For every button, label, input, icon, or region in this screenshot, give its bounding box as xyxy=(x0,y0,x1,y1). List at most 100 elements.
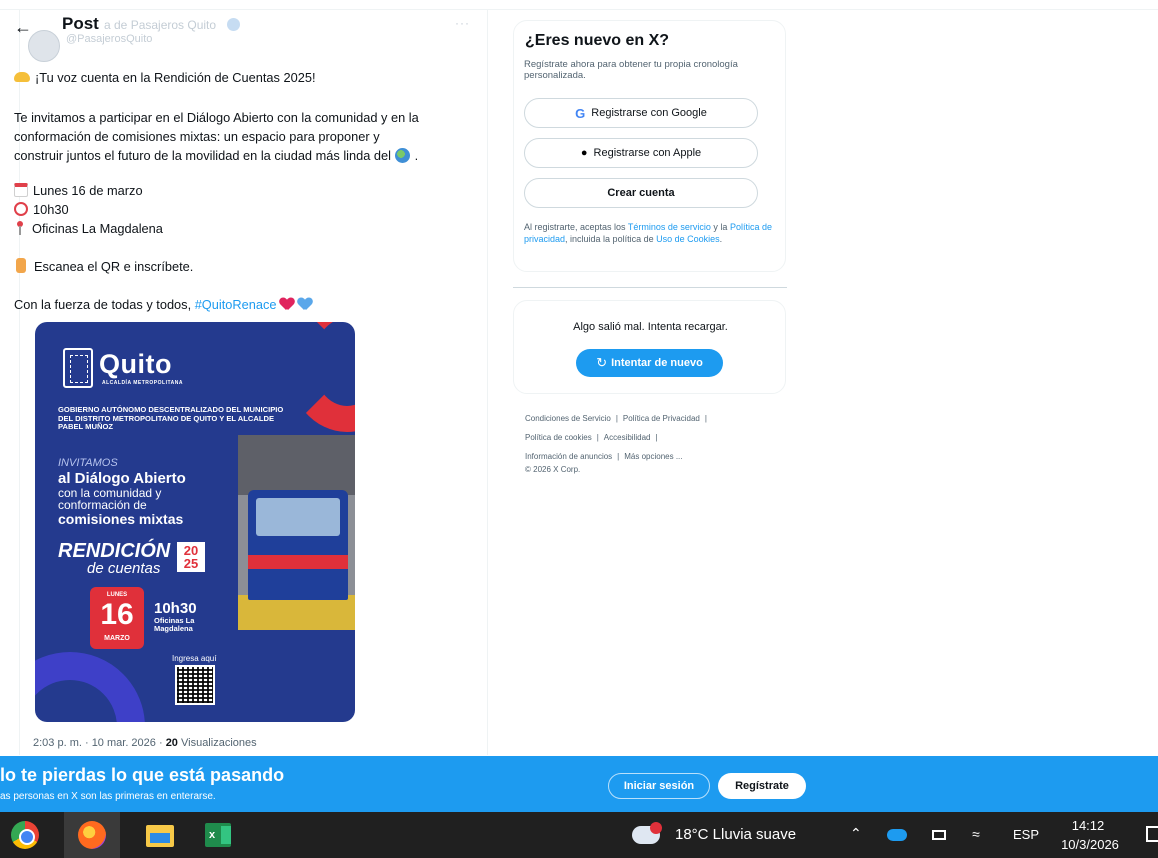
poster-de-cuentas: de cuentas xyxy=(87,560,161,577)
verified-badge-icon xyxy=(227,18,240,31)
weather-alert-icon xyxy=(650,822,662,834)
poster-day: 16 xyxy=(100,598,134,631)
weather-text[interactable]: 18°C Lluvia suave xyxy=(675,826,796,843)
clock-emoji-icon xyxy=(14,202,28,216)
hands-emoji-icon xyxy=(14,72,30,82)
signup-google-button[interactable]: G Registrarse con Google xyxy=(524,98,758,128)
signup-subtitle: Regístrate ahora para obtener tu propia … xyxy=(524,59,738,81)
tweet-meta: 2:03 p. m. · 10 mar. 2026 · 20 Visualiza… xyxy=(33,737,257,749)
retry-label: Intentar de nuevo xyxy=(611,357,703,369)
page-title: Post xyxy=(62,14,99,33)
globe-emoji-icon xyxy=(394,148,410,163)
footer-privacy-link[interactable]: Política de Privacidad xyxy=(623,414,700,423)
excel-icon[interactable]: x xyxy=(205,823,231,847)
signup-banner: lo te pierdas lo que está pasando as per… xyxy=(0,756,1158,812)
poster-invitamos: INVITAMOS xyxy=(58,457,118,469)
google-icon: G xyxy=(575,105,586,121)
tweet-line-2: Te invitamos a participar en el Diálogo … xyxy=(14,110,419,125)
terms-link[interactable]: Términos de servicio xyxy=(628,222,711,232)
clock-time[interactable]: 14:12 xyxy=(1068,818,1108,833)
poster-ingresa: Ingresa aquí xyxy=(172,654,217,663)
back-arrow-icon[interactable]: ← xyxy=(14,16,36,38)
login-button[interactable]: Iniciar sesión xyxy=(608,773,710,799)
poster-time: 10h30 xyxy=(154,600,197,617)
station-floor xyxy=(238,595,355,630)
onedrive-icon[interactable] xyxy=(887,829,907,841)
banner-title: lo te pierdas lo que está pasando xyxy=(0,765,285,785)
poster-date-box: LUNES 16 MARZO xyxy=(90,587,144,649)
station-roof xyxy=(238,435,355,495)
signup-title: ¿Eres nuevo en X? xyxy=(525,32,670,49)
banner-subtitle: as personas en X son las primeras en ent… xyxy=(0,791,216,802)
tweet-qr-line: Escanea el QR e inscríbete. xyxy=(14,257,459,276)
taskbar: x 18°C Lluvia suave ⌃ ≈ ESP 14:12 10/3/2… xyxy=(0,812,1158,858)
calendar-emoji-icon xyxy=(14,183,28,197)
poster-year: 20 25 xyxy=(177,542,205,572)
post-image[interactable]: Quito ALCALDÍA METROPOLITANA GOBIERNO AU… xyxy=(35,322,355,722)
bus-photo xyxy=(238,435,355,630)
signup-legal: Al registrarte, aceptas los Términos de … xyxy=(524,222,772,244)
google-label: Registrarse con Google xyxy=(591,107,707,119)
tweet-closing-line: Con la fuerza de todas y todos, #QuitoRe… xyxy=(14,295,459,314)
create-account-button[interactable]: Crear cuenta xyxy=(524,178,758,208)
poster-quito: Quito xyxy=(99,349,172,379)
more-options-icon[interactable]: ··· xyxy=(455,16,470,30)
signup-card: ¿Eres nuevo en X? Regístrate ahora para … xyxy=(513,20,786,272)
screen: ← a de Pasajeros Quito Post @PasajerosQu… xyxy=(0,0,1158,858)
register-button[interactable]: Regístrate xyxy=(718,773,806,799)
pin-emoji-icon xyxy=(17,221,23,235)
apple-icon: ● xyxy=(580,147,588,159)
poster-comisiones: comisiones mixtas xyxy=(58,511,184,527)
tweet-time-line: 10h30 xyxy=(14,200,459,219)
chrome-icon[interactable] xyxy=(11,821,39,849)
battery-icon[interactable] xyxy=(932,830,946,840)
file-explorer-icon[interactable] xyxy=(146,825,174,847)
retry-button[interactable]: ↻ Intentar de nuevo xyxy=(576,349,723,377)
error-card: Algo salió mal. Intenta recargar. ↻ Inten… xyxy=(513,300,786,394)
footer-more-link[interactable]: Más opciones ... xyxy=(624,452,682,461)
language-indicator[interactable]: ESP xyxy=(1013,827,1039,842)
apple-label: Registrarse con Apple xyxy=(593,147,702,159)
bus-stripe xyxy=(248,555,348,569)
hashtag-link[interactable]: #QuitoRenace xyxy=(195,297,277,312)
wifi-icon[interactable]: ≈ xyxy=(972,826,980,842)
tweet-place-line: Oficinas La Magdalena xyxy=(14,219,459,238)
qr-code-icon xyxy=(175,665,215,705)
tweet-line-1: ¡Tu voz cuenta en la Rendición de Cuenta… xyxy=(14,68,459,87)
tweet-date-line: Lunes 16 de marzo xyxy=(14,181,459,200)
footer-row-1: Condiciones de Servicio | Política de Priv… xyxy=(525,414,707,423)
footer-terms-link[interactable]: Condiciones de Servicio xyxy=(525,414,611,423)
footer-accessibility-link[interactable]: Accesibilidad xyxy=(604,433,651,442)
poster-con: con la comunidad y conformación de xyxy=(58,486,162,512)
footer-links: Condiciones de Servicio | Política de Priv… xyxy=(525,409,785,479)
error-message: Algo salió mal. Intenta recargar. xyxy=(573,321,728,333)
tweet-line-4: construir juntos el futuro de la movilid… xyxy=(14,148,419,163)
bus-icon xyxy=(248,490,348,600)
tweet-timestamp[interactable]: 2:03 p. m. · 10 mar. 2026 · xyxy=(33,737,166,749)
sidebar-divider xyxy=(513,287,787,288)
poster-dialogo: al Diálogo Abierto xyxy=(58,470,186,487)
views-label: Visualizaciones xyxy=(177,737,257,749)
blue-heart-emoji-icon xyxy=(298,298,312,310)
poster-place: Oficinas La Magdalena xyxy=(154,616,195,633)
firefox-icon[interactable] xyxy=(78,821,106,849)
views-count: 20 xyxy=(165,737,178,749)
red-heart-emoji-icon xyxy=(280,298,294,310)
footer-row-2: Política de cookies | Accesibilidad | xyxy=(525,433,658,442)
post-header: ← a de Pasajeros Quito Post @PasajerosQu… xyxy=(14,14,469,62)
tweet-line-3: conformación de comisiones mixtas: un es… xyxy=(14,129,380,144)
clock-date[interactable]: 10/3/2026 xyxy=(1055,837,1125,852)
quito-logo-icon xyxy=(63,348,93,388)
signup-apple-button[interactable]: ● Registrarse con Apple xyxy=(524,138,758,168)
refresh-icon: ↻ xyxy=(596,355,608,370)
account-name[interactable]: a de Pasajeros Quito xyxy=(104,18,216,32)
bus-windshield xyxy=(256,498,340,536)
poster-gobierno: GOBIERNO AUTÓNOMO DESCENTRALIZADO DEL MU… xyxy=(58,405,284,431)
notifications-icon[interactable] xyxy=(1146,826,1158,842)
chevron-up-icon[interactable]: ⌃ xyxy=(850,825,862,842)
account-handle[interactable]: @PasajerosQuito xyxy=(66,33,152,45)
poster-blue-ring xyxy=(35,652,145,722)
cookies-link[interactable]: Uso de Cookies xyxy=(656,234,720,244)
footer-cookies-link[interactable]: Política de cookies xyxy=(525,433,592,442)
poster-month: MARZO xyxy=(104,635,130,642)
